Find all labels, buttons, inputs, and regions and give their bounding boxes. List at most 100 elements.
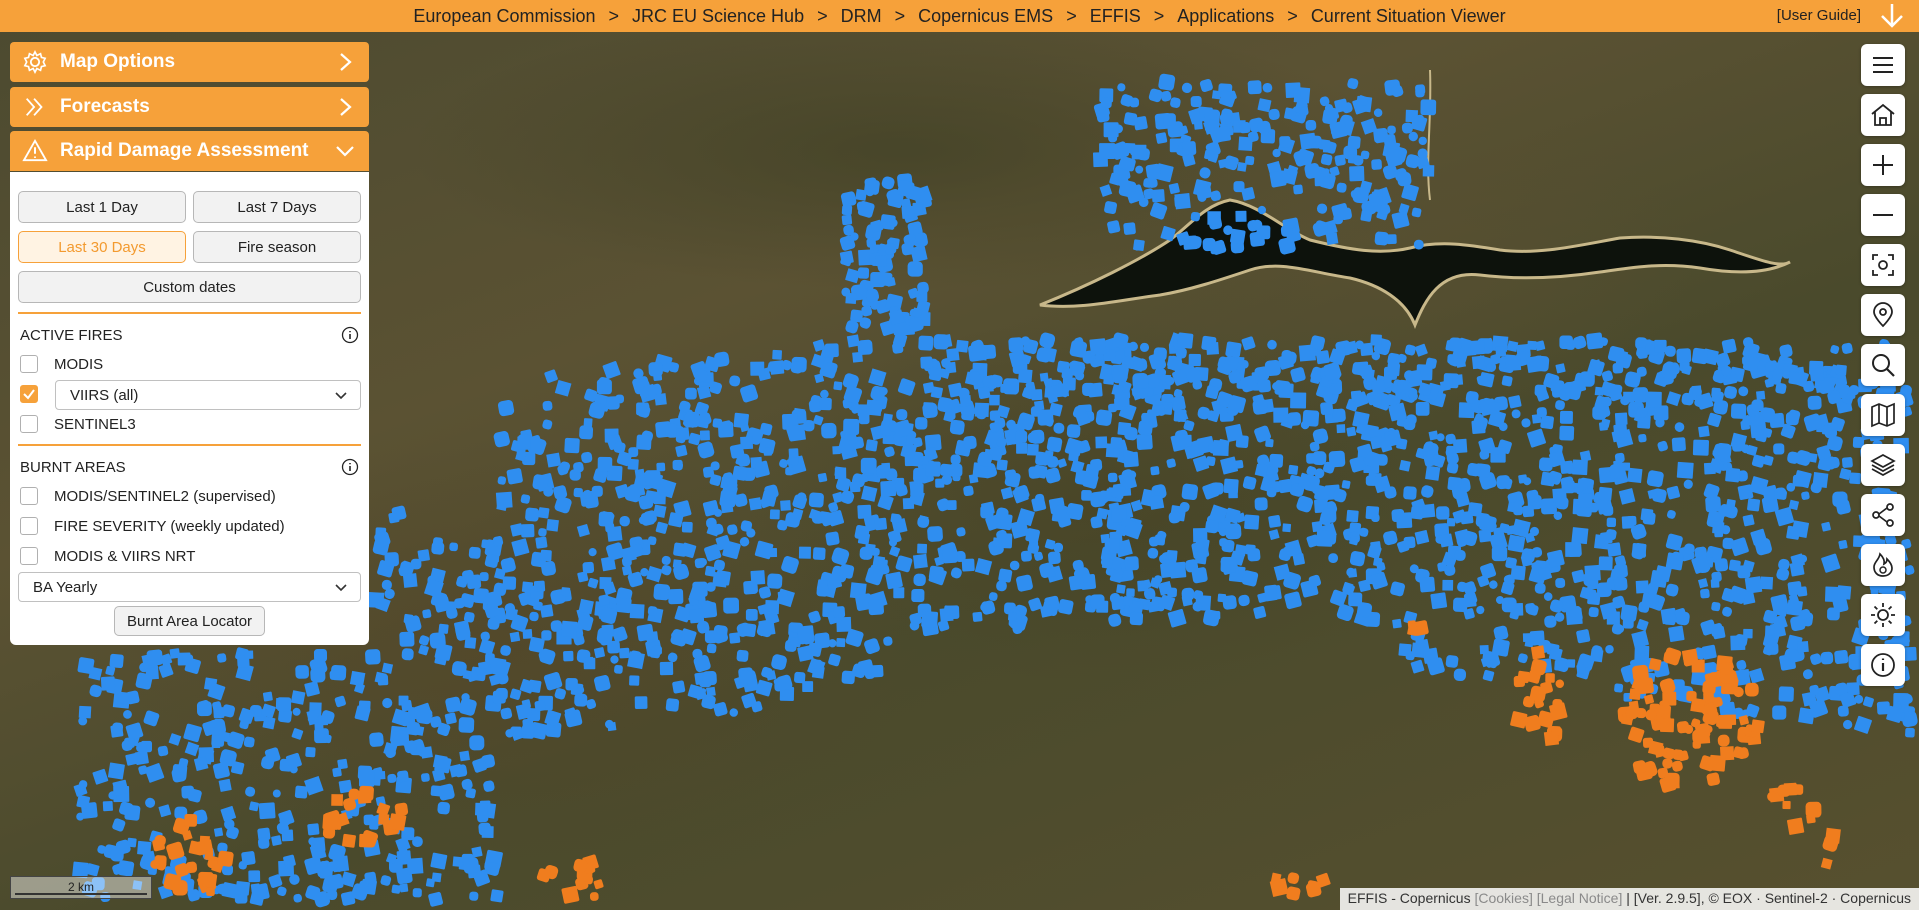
hotspot-marker[interactable] [857,504,872,519]
fire-button[interactable] [1861,544,1905,586]
hotspot-marker[interactable] [1170,97,1182,109]
hotspot-marker[interactable] [1797,640,1809,653]
hotspot-marker[interactable] [1112,365,1130,383]
hotspot-marker[interactable] [1641,592,1658,609]
hotspot-marker[interactable] [1396,512,1413,529]
hotspot-marker[interactable] [538,528,547,537]
hotspot-marker[interactable] [88,684,102,698]
hotspot-marker[interactable] [168,733,182,746]
hotspot-marker[interactable] [689,608,705,624]
hotspot-marker[interactable] [1773,443,1785,455]
hotspot-marker[interactable] [1571,527,1589,545]
hotspot-marker[interactable] [500,645,512,657]
hotspot-marker[interactable] [668,512,684,528]
hotspot-marker[interactable] [381,662,394,674]
hotspot-marker[interactable] [157,745,169,757]
info-icon[interactable] [341,326,359,344]
hotspot-marker[interactable] [1690,697,1706,713]
hotspot-marker[interactable] [1199,78,1214,93]
hotspot-marker[interactable] [124,804,141,821]
hotspot-marker[interactable] [220,805,237,822]
hotspot-marker[interactable] [1116,584,1126,594]
hotspot-marker[interactable] [1471,355,1486,370]
hotspot-marker[interactable] [1722,537,1734,550]
hotspot-marker[interactable] [1849,472,1861,485]
hotspot-marker[interactable] [589,892,599,901]
hotspot-marker[interactable] [1501,597,1517,613]
hotspot-marker[interactable] [1124,426,1138,441]
hotspot-marker[interactable] [1146,409,1157,419]
hotspot-marker[interactable] [244,786,256,798]
hotspot-marker[interactable] [1445,655,1459,668]
hotspot-marker[interactable] [641,404,650,413]
hotspot-marker[interactable] [1373,557,1383,567]
hotspot-marker[interactable] [1841,342,1853,354]
hotspot-marker[interactable] [421,773,430,782]
hotspot-marker[interactable] [469,891,479,901]
hotspot-marker[interactable] [1507,534,1526,553]
hotspot-marker[interactable] [540,549,552,562]
hotspot-marker[interactable] [1723,385,1738,400]
hotspot-marker[interactable] [881,175,896,190]
hotspot-marker[interactable] [122,709,132,719]
hotspot-marker[interactable] [1235,210,1247,222]
hotspot-marker[interactable] [1297,97,1308,108]
hotspot-marker[interactable] [1657,440,1669,452]
hotspot-marker[interactable] [540,560,556,576]
hotspot-marker[interactable] [1692,439,1710,456]
hotspot-marker[interactable] [1676,348,1692,364]
hotspot-marker[interactable] [1691,385,1702,396]
hotspot-marker[interactable] [1090,516,1103,529]
hotspot-marker[interactable] [841,670,856,685]
hotspot-marker[interactable] [1415,402,1430,416]
hotspot-marker[interactable] [825,531,840,546]
hotspot-marker[interactable] [743,580,758,595]
hotspot-marker[interactable] [1422,165,1435,177]
hotspot-marker[interactable] [1123,451,1139,468]
hotspot-marker[interactable] [1107,220,1121,234]
hotspot-marker[interactable] [1522,505,1535,518]
hotspot-marker[interactable] [942,548,958,564]
hotspot-marker[interactable] [428,891,444,907]
hotspot-marker[interactable] [896,409,908,421]
hotspot-marker[interactable] [1188,353,1201,367]
hotspot-marker[interactable] [1838,540,1848,550]
breadcrumb-item[interactable]: Current Situation Viewer [1311,6,1506,27]
hotspot-marker[interactable] [769,509,780,520]
hotspot-marker[interactable] [593,879,604,890]
hotspot-marker[interactable] [812,659,823,669]
hotspot-marker[interactable] [1016,442,1028,454]
hotspot-marker[interactable] [648,361,663,377]
hotspot-marker[interactable] [1566,659,1576,668]
hotspot-marker[interactable] [331,794,344,806]
hotspot-marker[interactable] [144,763,165,783]
hotspot-marker[interactable] [497,399,515,417]
hotspot-marker[interactable] [877,559,888,570]
hotspot-marker[interactable] [561,587,571,597]
hotspot-marker[interactable] [629,603,645,619]
hotspot-marker[interactable] [1262,82,1273,93]
hotspot-marker[interactable] [1066,424,1081,438]
hotspot-marker[interactable] [1551,726,1561,736]
hotspot-marker[interactable] [1316,530,1333,547]
hotspot-marker[interactable] [1692,729,1707,744]
burnt-area-locator-button[interactable]: Burnt Area Locator [114,606,265,636]
hotspot-marker[interactable] [1269,453,1284,468]
hotspot-marker[interactable] [1163,113,1176,126]
hotspot-marker[interactable] [1341,480,1351,489]
hotspot-marker[interactable] [1605,645,1614,654]
hotspot-marker[interactable] [1709,754,1726,772]
hotspot-marker[interactable] [861,485,878,502]
hotspot-marker[interactable] [1373,108,1383,118]
hotspot-marker[interactable] [634,696,648,709]
hotspot-marker[interactable] [517,436,531,450]
hotspot-marker[interactable] [660,564,672,576]
hotspot-marker[interactable] [840,191,857,208]
hotspot-marker[interactable] [812,547,826,560]
hotspot-marker[interactable] [1531,645,1546,660]
hotspot-marker[interactable] [1479,372,1495,388]
hotspot-marker[interactable] [1082,382,1096,396]
hotspot-marker[interactable] [143,710,160,727]
hotspot-marker[interactable] [1174,192,1191,210]
hotspot-marker[interactable] [860,457,877,474]
